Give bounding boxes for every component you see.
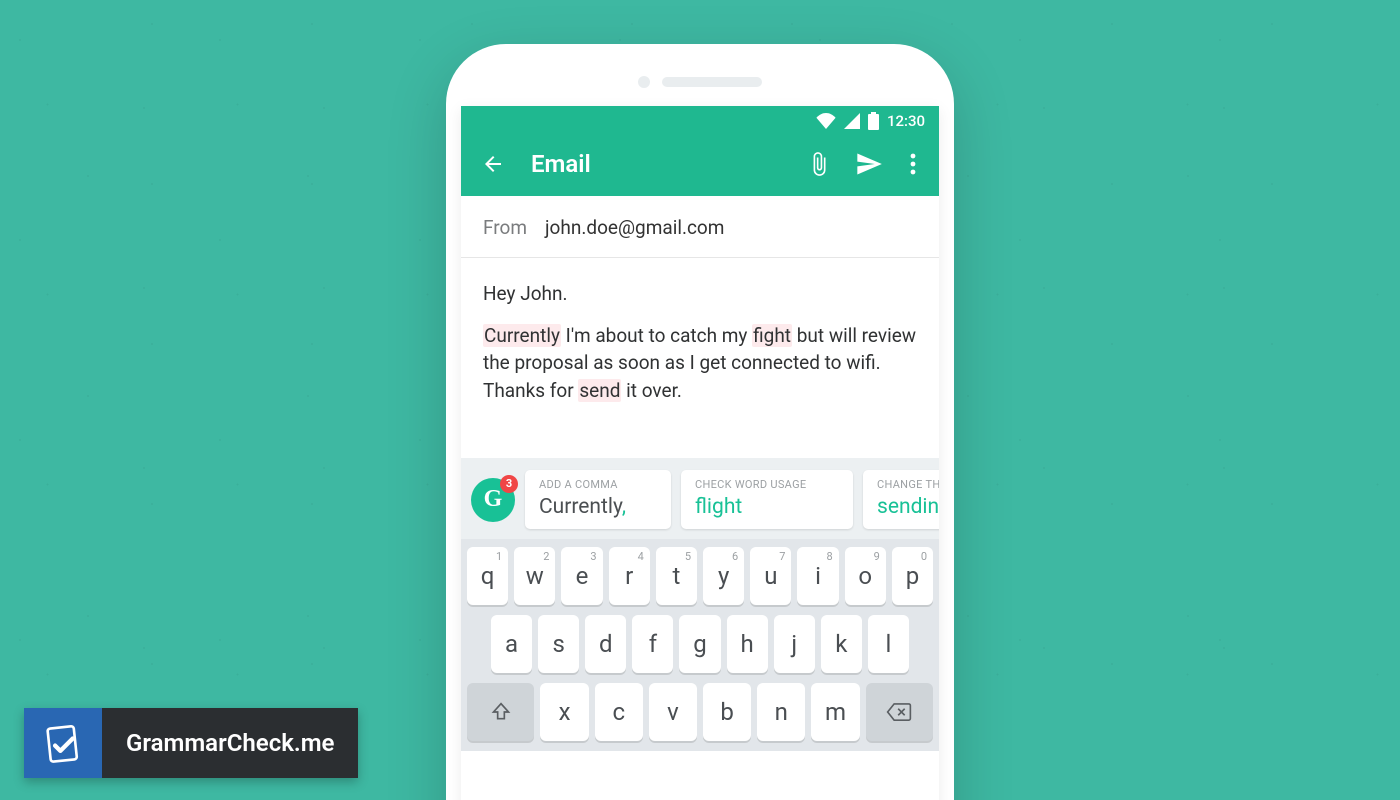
key-number: 3 [590,550,596,563]
backspace-icon [886,702,912,722]
send-button[interactable] [853,148,885,180]
key-number: 2 [543,550,549,563]
key-f[interactable]: f [632,615,673,673]
key-number: 5 [685,550,691,563]
key-o[interactable]: o9 [845,547,886,605]
watermark-logo [24,708,102,778]
more-vertical-icon [910,153,916,175]
key-u[interactable]: u7 [750,547,791,605]
key-i[interactable]: i8 [797,547,838,605]
key-a[interactable]: a [491,615,532,673]
suggestion-hint: CHANGE TH [877,478,939,491]
phone-screen: 12:30 Email From john.doe@gmail.com [461,106,939,800]
arrow-left-icon [481,152,505,176]
key-k[interactable]: k [821,615,862,673]
app-bar: Email [461,136,939,196]
key-q[interactable]: q1 [467,547,508,605]
key-r[interactable]: r4 [609,547,650,605]
key-number: 6 [732,550,738,563]
key-g[interactable]: g [679,615,720,673]
key-number: 9 [874,550,880,563]
back-button[interactable] [477,148,509,180]
key-number: 7 [779,550,785,563]
suggestion-strip: G 3 ADD A COMMA Currently, CHECK WORD US… [461,458,939,539]
suggestion-card-comma[interactable]: ADD A COMMA Currently, [525,470,671,529]
key-number: 1 [496,550,502,563]
key-b[interactable]: b [703,683,751,741]
key-number: 8 [826,550,832,563]
key-y[interactable]: y6 [703,547,744,605]
wifi-icon [816,113,836,129]
body-greeting: Hey John. [483,280,917,308]
paperclip-icon [806,151,832,177]
keyboard-row-1: q1w2e3r4t5y6u7i8o9p0 [467,547,933,605]
grammarly-button[interactable]: G 3 [471,478,515,522]
from-label: From [483,216,527,239]
signal-icon [844,113,860,129]
from-address: john.doe@gmail.com [545,216,724,239]
highlight-send[interactable]: send [578,379,621,402]
suggestion-fix: sendin [877,495,939,519]
suggestion-fix: flight [695,495,839,519]
key-backspace[interactable] [866,683,933,741]
key-x[interactable]: x [540,683,588,741]
phone-speaker [638,76,762,88]
key-c[interactable]: c [595,683,643,741]
suggestion-hint: CHECK WORD USAGE [695,478,839,491]
highlight-currently[interactable]: Currently [483,324,561,347]
more-button[interactable] [903,148,923,180]
shift-icon [491,701,511,723]
key-n[interactable]: n [757,683,805,741]
key-d[interactable]: d [585,615,626,673]
key-shift[interactable] [467,683,534,741]
key-number: 4 [638,550,644,563]
key-m[interactable]: m [811,683,859,741]
suggestion-card-flight[interactable]: CHECK WORD USAGE flight [681,470,853,529]
app-title: Email [531,150,785,178]
key-w[interactable]: w2 [514,547,555,605]
issue-count-badge: 3 [500,475,518,493]
status-time: 12:30 [887,112,925,130]
watermark: GrammarCheck.me [24,708,358,778]
body-paragraph: Currently I'm about to catch my fight bu… [483,322,917,405]
key-j[interactable]: j [774,615,815,673]
key-p[interactable]: p0 [892,547,933,605]
document-check-icon [42,722,84,764]
email-body[interactable]: Hey John. Currently I'm about to catch m… [461,258,939,458]
key-number: 0 [921,550,927,563]
from-row[interactable]: From john.doe@gmail.com [461,196,939,258]
key-e[interactable]: e3 [561,547,602,605]
keyboard: q1w2e3r4t5y6u7i8o9p0 asdfghjkl xcvbnm [461,539,939,751]
battery-icon [868,112,879,130]
status-bar: 12:30 [461,106,939,136]
attach-button[interactable] [803,148,835,180]
keyboard-row-3: xcvbnm [467,683,933,741]
suggestion-hint: ADD A COMMA [539,478,657,491]
key-s[interactable]: s [538,615,579,673]
watermark-text: GrammarCheck.me [102,708,358,778]
camera-dot [638,76,650,88]
suggestion-card-sending[interactable]: CHANGE TH sendin [863,470,939,529]
key-v[interactable]: v [649,683,697,741]
keyboard-row-2: asdfghjkl [467,615,933,673]
highlight-fight[interactable]: fight [752,324,792,347]
grammarly-g-icon: G [484,486,503,513]
phone-frame: 12:30 Email From john.doe@gmail.com [446,44,954,800]
speaker-slot [662,77,762,87]
send-icon [855,150,883,178]
key-h[interactable]: h [727,615,768,673]
suggestion-fix: Currently, [539,495,657,519]
key-t[interactable]: t5 [656,547,697,605]
key-l[interactable]: l [868,615,909,673]
